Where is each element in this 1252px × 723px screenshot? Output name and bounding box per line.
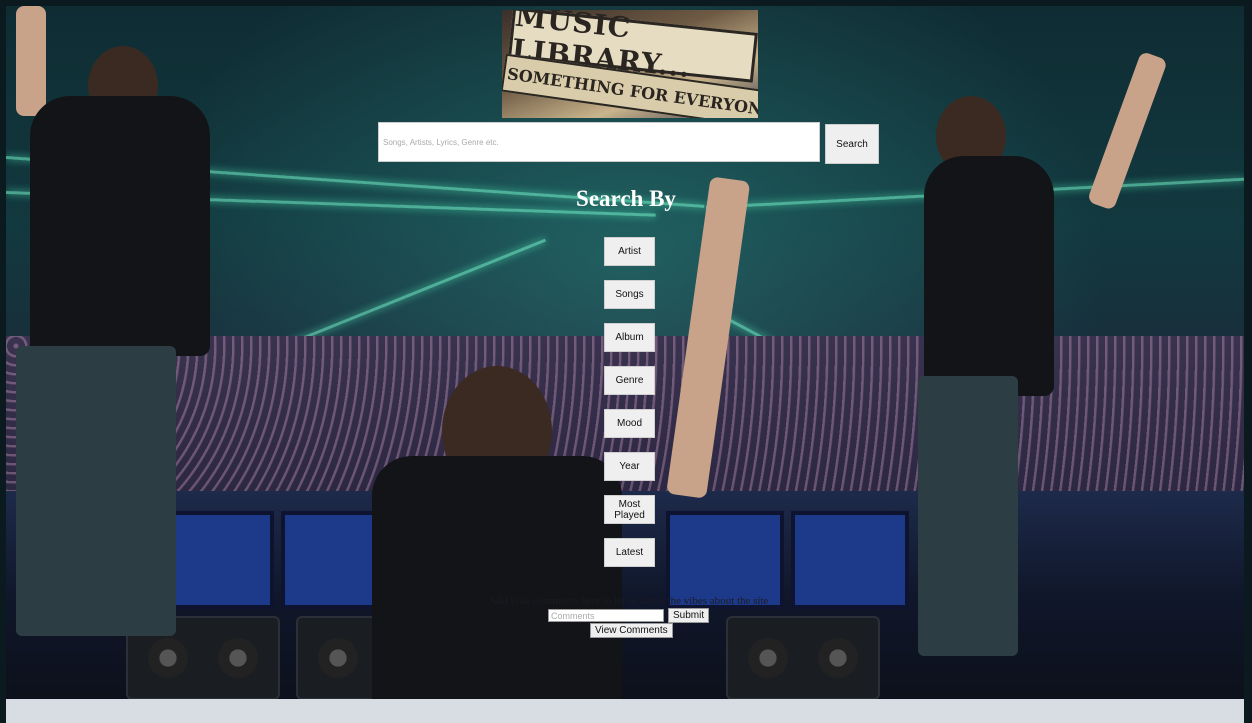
dj-left — [30, 96, 210, 356]
search-by-latest-button[interactable]: Latest — [604, 538, 655, 567]
platter — [748, 638, 788, 678]
search-button[interactable]: Search — [825, 124, 879, 164]
search-by-mood-button[interactable]: Mood — [604, 409, 655, 438]
search-input[interactable] — [378, 122, 820, 162]
stage-edge — [6, 699, 1244, 723]
music-library-logo: MUSIC LIBRARY... SOMETHING FOR EVERYON — [502, 10, 758, 118]
dj-right — [924, 156, 1054, 396]
speaker — [791, 511, 909, 609]
view-comments-button[interactable]: View Comments — [590, 623, 673, 638]
search-by-songs-button[interactable]: Songs — [604, 280, 655, 309]
feedback-prompt: Add your comments here to let us know th… — [488, 595, 769, 607]
dj-jeans — [16, 346, 176, 636]
platter — [318, 638, 358, 678]
search-by-artist-button[interactable]: Artist — [604, 237, 655, 266]
dj-center — [372, 456, 622, 723]
search-by-genre-button[interactable]: Genre — [604, 366, 655, 395]
submit-button[interactable]: Submit — [668, 608, 710, 623]
comments-input[interactable] — [548, 609, 664, 622]
platter — [818, 638, 858, 678]
search-by-album-button[interactable]: Album — [604, 323, 655, 352]
search-by-most-played-button[interactable]: Most Played — [604, 495, 655, 524]
search-by-heading: Search By — [576, 186, 676, 211]
dj-deck — [726, 616, 880, 700]
dj-arm — [16, 6, 46, 116]
dj-jeans — [918, 376, 1018, 656]
platter — [218, 638, 258, 678]
platter — [148, 638, 188, 678]
search-by-year-button[interactable]: Year — [604, 452, 655, 481]
